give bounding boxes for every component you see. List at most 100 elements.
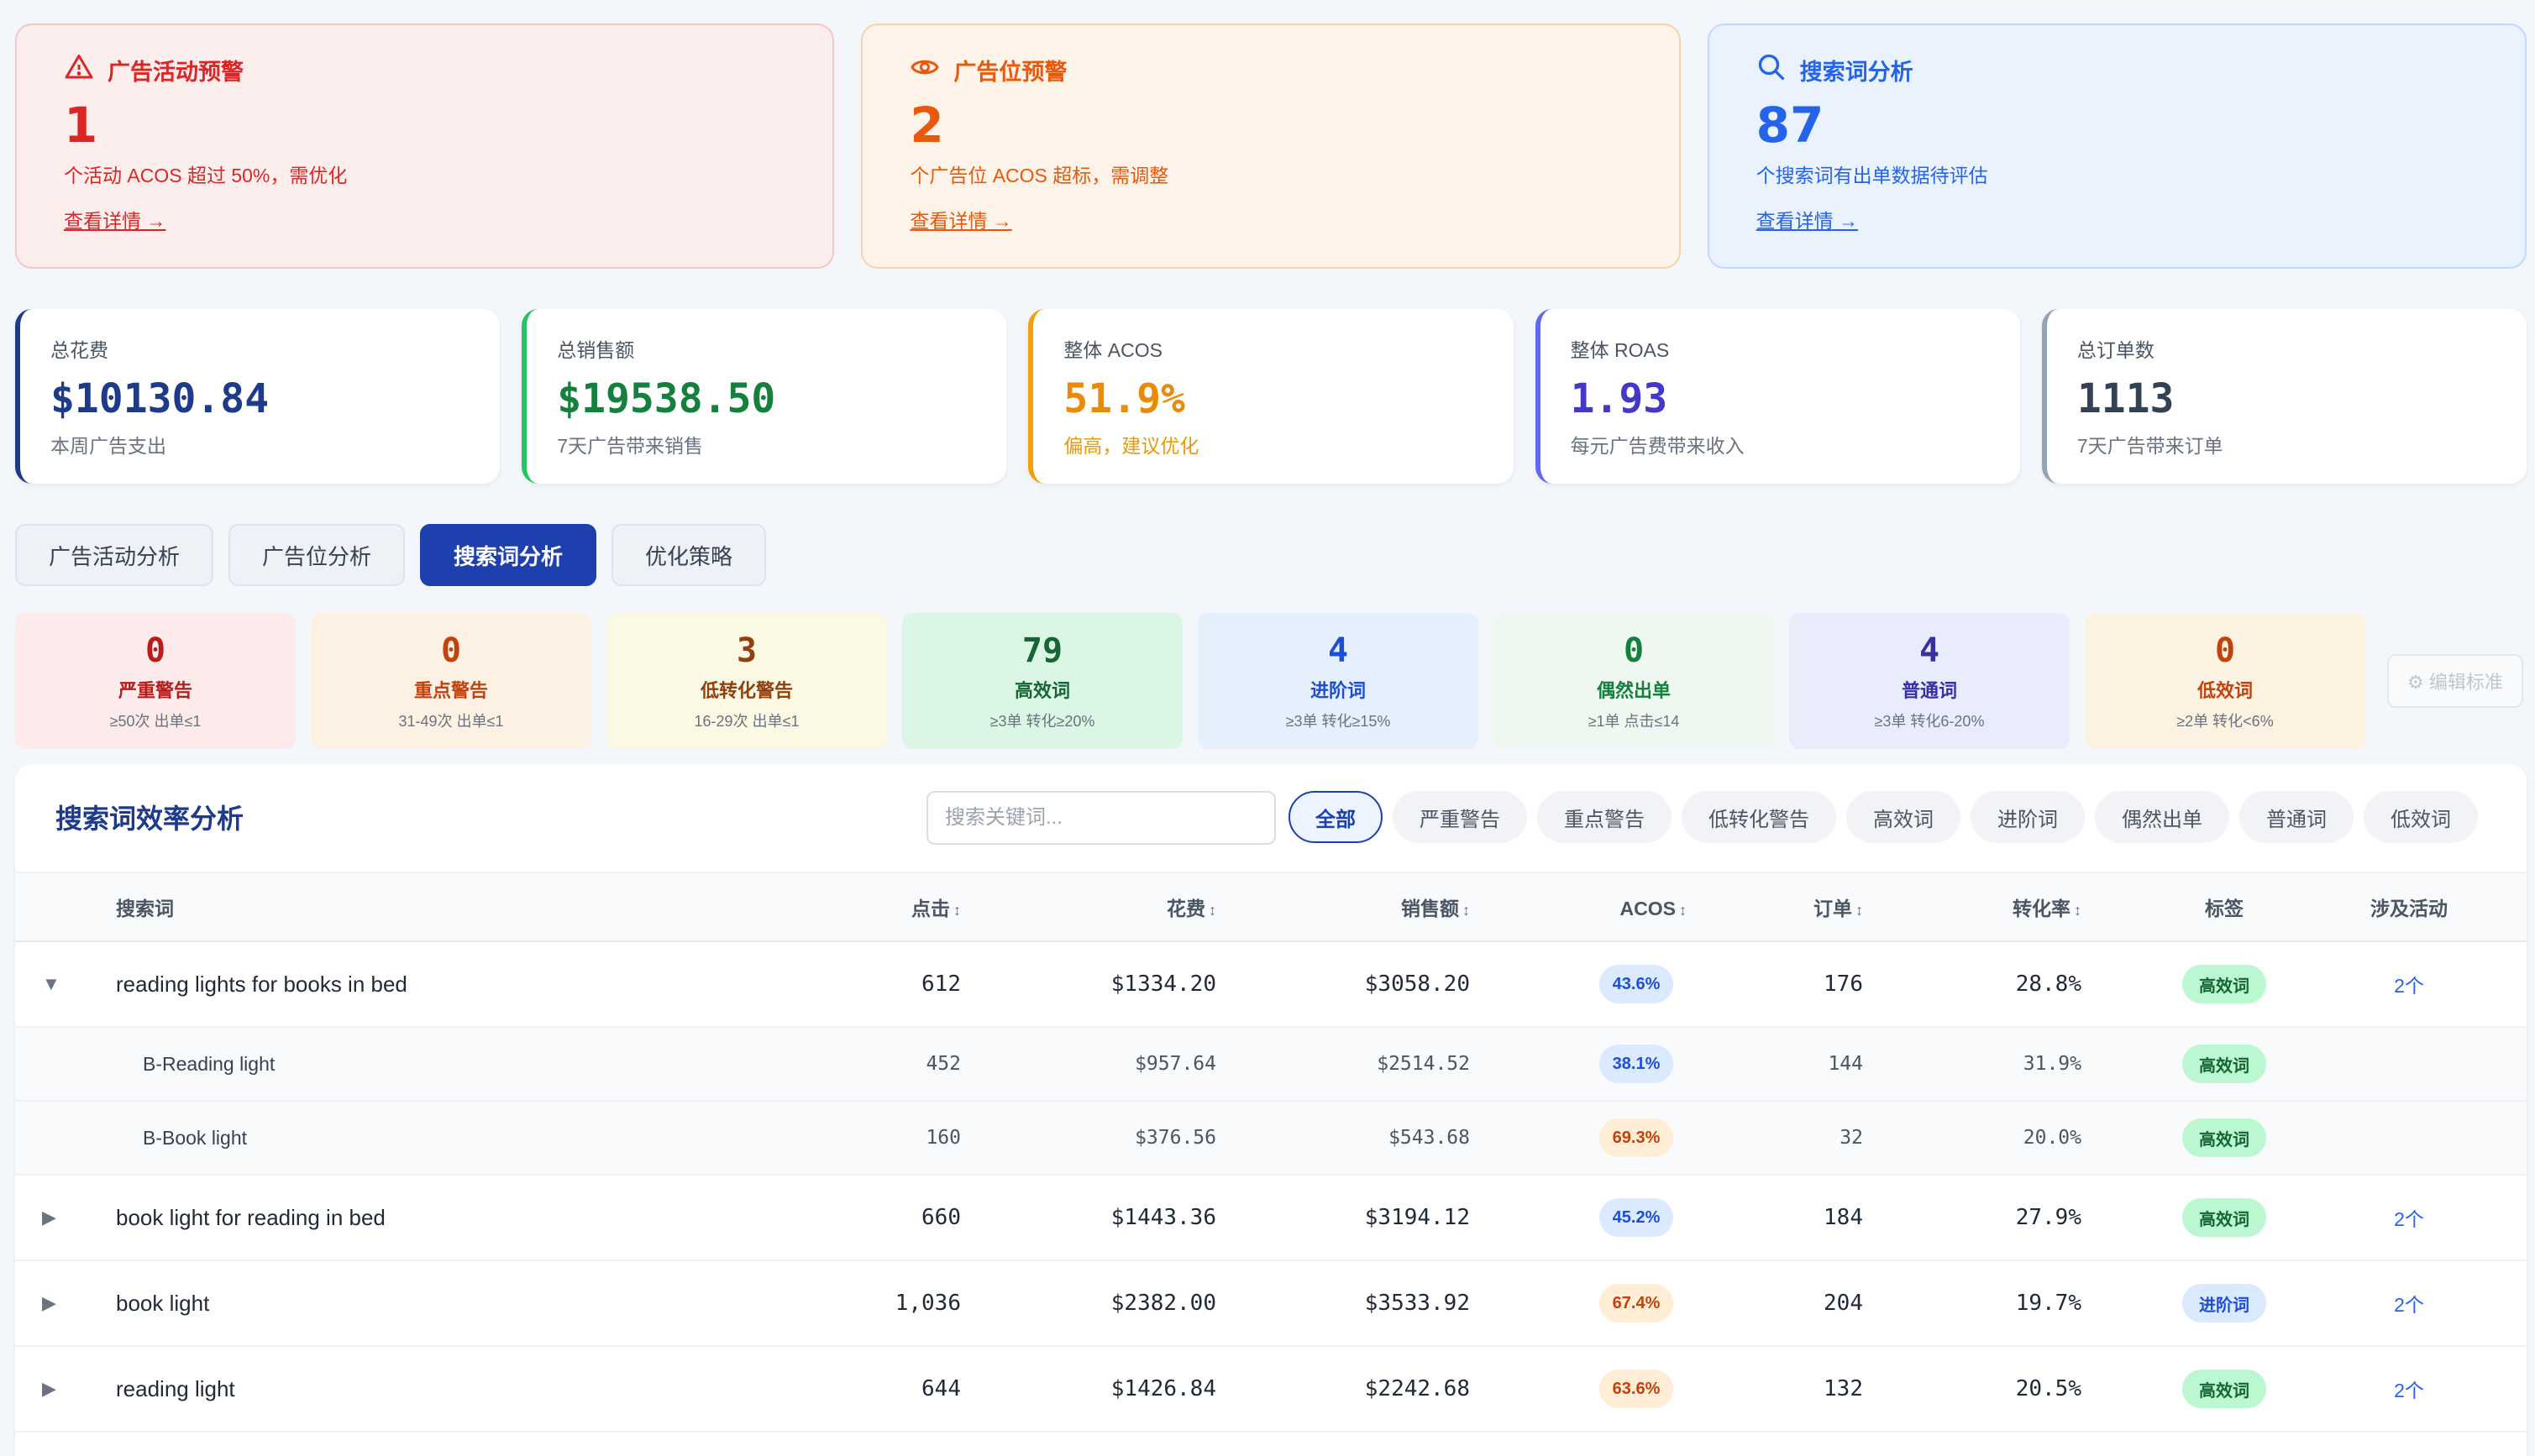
category-high-efficiency[interactable]: 79 高效词 ≥3单 转化≥20% bbox=[902, 613, 1183, 749]
header-sales[interactable]: 销售额 ↕ bbox=[1309, 873, 1470, 944]
category-key-warning[interactable]: 0 重点警告 31-49次 出单≤1 bbox=[311, 613, 591, 749]
sort-icon: ↕ bbox=[953, 902, 961, 919]
placement-alert-details-link[interactable]: 查看详情 → bbox=[910, 205, 1011, 233]
campaign-alert-title: 广告活动预警 bbox=[108, 59, 244, 85]
spend-value: $1443.36 bbox=[1110, 1205, 1216, 1230]
acos-badge: 63.6% bbox=[1598, 1370, 1674, 1408]
clicks-value: 644 bbox=[921, 1376, 961, 1401]
placement-alert-title: 广告位预警 bbox=[953, 59, 1068, 85]
warning-triangle-icon bbox=[64, 52, 94, 88]
category-occasional-order[interactable]: 0 偶然出单 ≥1单 点击≤14 bbox=[1493, 613, 1774, 749]
category-count: 0 bbox=[1623, 631, 1645, 670]
header-acos[interactable]: ACOS ↕ bbox=[1569, 873, 1687, 944]
table-sub-row: B-Book light 160 $376.56 $543.68 69.3% 3… bbox=[15, 1102, 2527, 1176]
tag-filters: 全部 严重警告 重点警告 低转化警告 高效词 进阶词 偶然出单 普通词 低效词 bbox=[1288, 791, 2478, 843]
filter-low-conversion-warning[interactable]: 低转化警告 bbox=[1682, 791, 1836, 843]
orders-value: 176 bbox=[1824, 972, 1863, 997]
search-term: book light bbox=[116, 1290, 210, 1316]
kpi-label: 总销售额 bbox=[557, 339, 635, 361]
clicks-value: 160 bbox=[926, 1127, 961, 1149]
acos-cell: 67.4% bbox=[1569, 1261, 1703, 1345]
kpi-total-orders: 总订单数 1113 7天广告带来订单 bbox=[2041, 309, 2527, 484]
category-severe-warning[interactable]: 0 严重警告 ≥50次 出单≤1 bbox=[15, 613, 296, 749]
kpi-overall-acos: 整体 ACOS 51.9% 偏高，建议优化 bbox=[1028, 309, 1514, 484]
eye-icon bbox=[910, 52, 940, 88]
filter-low-efficiency[interactable]: 低效词 bbox=[2364, 791, 2478, 843]
table-row[interactable]: ▶ book light 1,036 $2382.00 $3533.92 67.… bbox=[15, 1261, 2527, 1347]
conversion-rate-value: 27.9% bbox=[2015, 1205, 2081, 1230]
tag-badge: 高效词 bbox=[2182, 965, 2266, 1003]
category-advanced[interactable]: 4 进阶词 ≥3单 转化≥15% bbox=[1198, 613, 1478, 749]
header-conversion-rate[interactable]: 转化率 ↕ bbox=[1947, 873, 2081, 944]
header-clicks-label: 点击 bbox=[911, 898, 950, 919]
clicks-value: 660 bbox=[921, 1205, 961, 1230]
category-stats: 0 严重警告 ≥50次 出单≤1 0 重点警告 31-49次 出单≤1 3 低转… bbox=[15, 613, 2527, 749]
tab-optimization-strategy[interactable]: 优化策略 bbox=[611, 524, 767, 586]
tag-badge: 高效词 bbox=[2182, 1198, 2266, 1237]
orders-value: 132 bbox=[1824, 1376, 1863, 1401]
filter-advanced[interactable]: 进阶词 bbox=[1971, 791, 2085, 843]
collapse-toggle-icon[interactable]: ▼ bbox=[42, 942, 76, 1026]
filter-key-warning[interactable]: 重点警告 bbox=[1537, 791, 1672, 843]
filter-high-efficiency[interactable]: 高效词 bbox=[1846, 791, 1960, 843]
table-header: 搜索词 点击 ↕ 花费 ↕ 销售额 ↕ ACOS ↕ 订单 ↕ 转化率 ↕ 标签 涉及活动 bbox=[15, 872, 2527, 942]
expand-toggle-icon[interactable]: ▶ bbox=[42, 1261, 76, 1345]
search-term-alert-details-link[interactable]: 查看详情 → bbox=[1756, 205, 1858, 233]
search-input[interactable] bbox=[926, 791, 1276, 845]
orders-value: 32 bbox=[1840, 1127, 1863, 1149]
expand-toggle-icon[interactable]: ▶ bbox=[42, 1347, 76, 1431]
kpi-subtext: 偏高，建议优化 bbox=[1063, 435, 1199, 457]
placement-alert-card: 广告位预警 2 个广告位 ACOS 超标，需调整 查看详情 → bbox=[861, 24, 1681, 269]
header-clicks[interactable]: 点击 ↕ bbox=[855, 873, 961, 944]
campaign-alert-details-link[interactable]: 查看详情 → bbox=[64, 205, 165, 233]
kpi-subtext: 7天广告带来销售 bbox=[557, 435, 703, 457]
edit-standard-button[interactable]: ⚙ 编辑标准 bbox=[2387, 654, 2523, 708]
search-term-alert-title: 搜索词分析 bbox=[1799, 59, 1913, 85]
header-orders[interactable]: 订单 ↕ bbox=[1779, 873, 1863, 944]
category-name: 进阶词 bbox=[1309, 680, 1366, 701]
orders-value: 184 bbox=[1824, 1205, 1863, 1230]
table-row[interactable]: ▶ book light for reading in bed 660 $144… bbox=[15, 1176, 2527, 1261]
category-low-conversion-warning[interactable]: 3 低转化警告 16-29次 出单≤1 bbox=[606, 613, 887, 749]
table-row[interactable]: ▶ reading light 644 $1426.84 $2242.68 63… bbox=[15, 1347, 2527, 1432]
spend-value: $2382.00 bbox=[1110, 1291, 1216, 1316]
search-term-alert-header: 搜索词分析 bbox=[1756, 54, 2478, 85]
category-normal[interactable]: 4 普通词 ≥3单 转化6-20% bbox=[1789, 613, 2070, 749]
header-cvr-label: 转化率 bbox=[2013, 898, 2071, 919]
conversion-rate-value: 20.0% bbox=[2023, 1127, 2081, 1149]
category-rule: ≥50次 出单≤1 bbox=[109, 713, 202, 730]
header-sales-label: 销售额 bbox=[1401, 898, 1459, 919]
header-orders-label: 订单 bbox=[1813, 898, 1852, 919]
sales-value: $3533.92 bbox=[1364, 1291, 1470, 1316]
filter-occasional-order[interactable]: 偶然出单 bbox=[2095, 791, 2229, 843]
table-row[interactable]: ▼ reading lights for books in bed 612 $1… bbox=[15, 942, 2527, 1028]
filter-severe-warning[interactable]: 严重警告 bbox=[1393, 791, 1527, 843]
tag-badge: 高效词 bbox=[2182, 1370, 2266, 1408]
search-term-alert-desc: 个搜索词有出单数据待评估 bbox=[1756, 165, 1988, 186]
tab-search-term-analysis[interactable]: 搜索词分析 bbox=[420, 524, 597, 586]
acos-cell: 38.1% bbox=[1569, 1028, 1703, 1100]
filter-all[interactable]: 全部 bbox=[1288, 791, 1383, 843]
category-count: 0 bbox=[440, 631, 462, 670]
panel-title: 搜索词效率分析 bbox=[55, 804, 244, 834]
campaigns-link[interactable]: 2个 bbox=[2350, 1176, 2468, 1260]
filter-normal[interactable]: 普通词 bbox=[2239, 791, 2354, 843]
category-name: 重点警告 bbox=[413, 680, 488, 701]
category-low-efficiency[interactable]: 0 低效词 ≥2单 转化<6% bbox=[2085, 613, 2365, 749]
kpi-subtext: 本周广告支出 bbox=[50, 435, 166, 457]
tab-placement-analysis[interactable]: 广告位分析 bbox=[228, 524, 406, 586]
spend-value: $1334.20 bbox=[1110, 972, 1216, 997]
conversion-rate-value: 20.5% bbox=[2015, 1376, 2081, 1401]
tag-cell: 高效词 bbox=[2165, 1176, 2283, 1260]
campaigns-link[interactable]: 2个 bbox=[2350, 942, 2468, 1026]
campaigns-link[interactable]: 2个 bbox=[2350, 1347, 2468, 1431]
search-term-alert-count: 87 bbox=[1756, 97, 1824, 154]
campaigns-link[interactable]: 2个 bbox=[2350, 1261, 2468, 1345]
search-icon bbox=[1756, 52, 1787, 88]
acos-cell: 63.6% bbox=[1569, 1347, 1703, 1431]
header-spend[interactable]: 花费 ↕ bbox=[1057, 873, 1216, 944]
expand-toggle-icon[interactable]: ▶ bbox=[42, 1176, 76, 1260]
sort-icon: ↕ bbox=[2074, 902, 2081, 919]
tab-campaign-analysis[interactable]: 广告活动分析 bbox=[15, 524, 214, 586]
category-count: 4 bbox=[1327, 631, 1349, 670]
